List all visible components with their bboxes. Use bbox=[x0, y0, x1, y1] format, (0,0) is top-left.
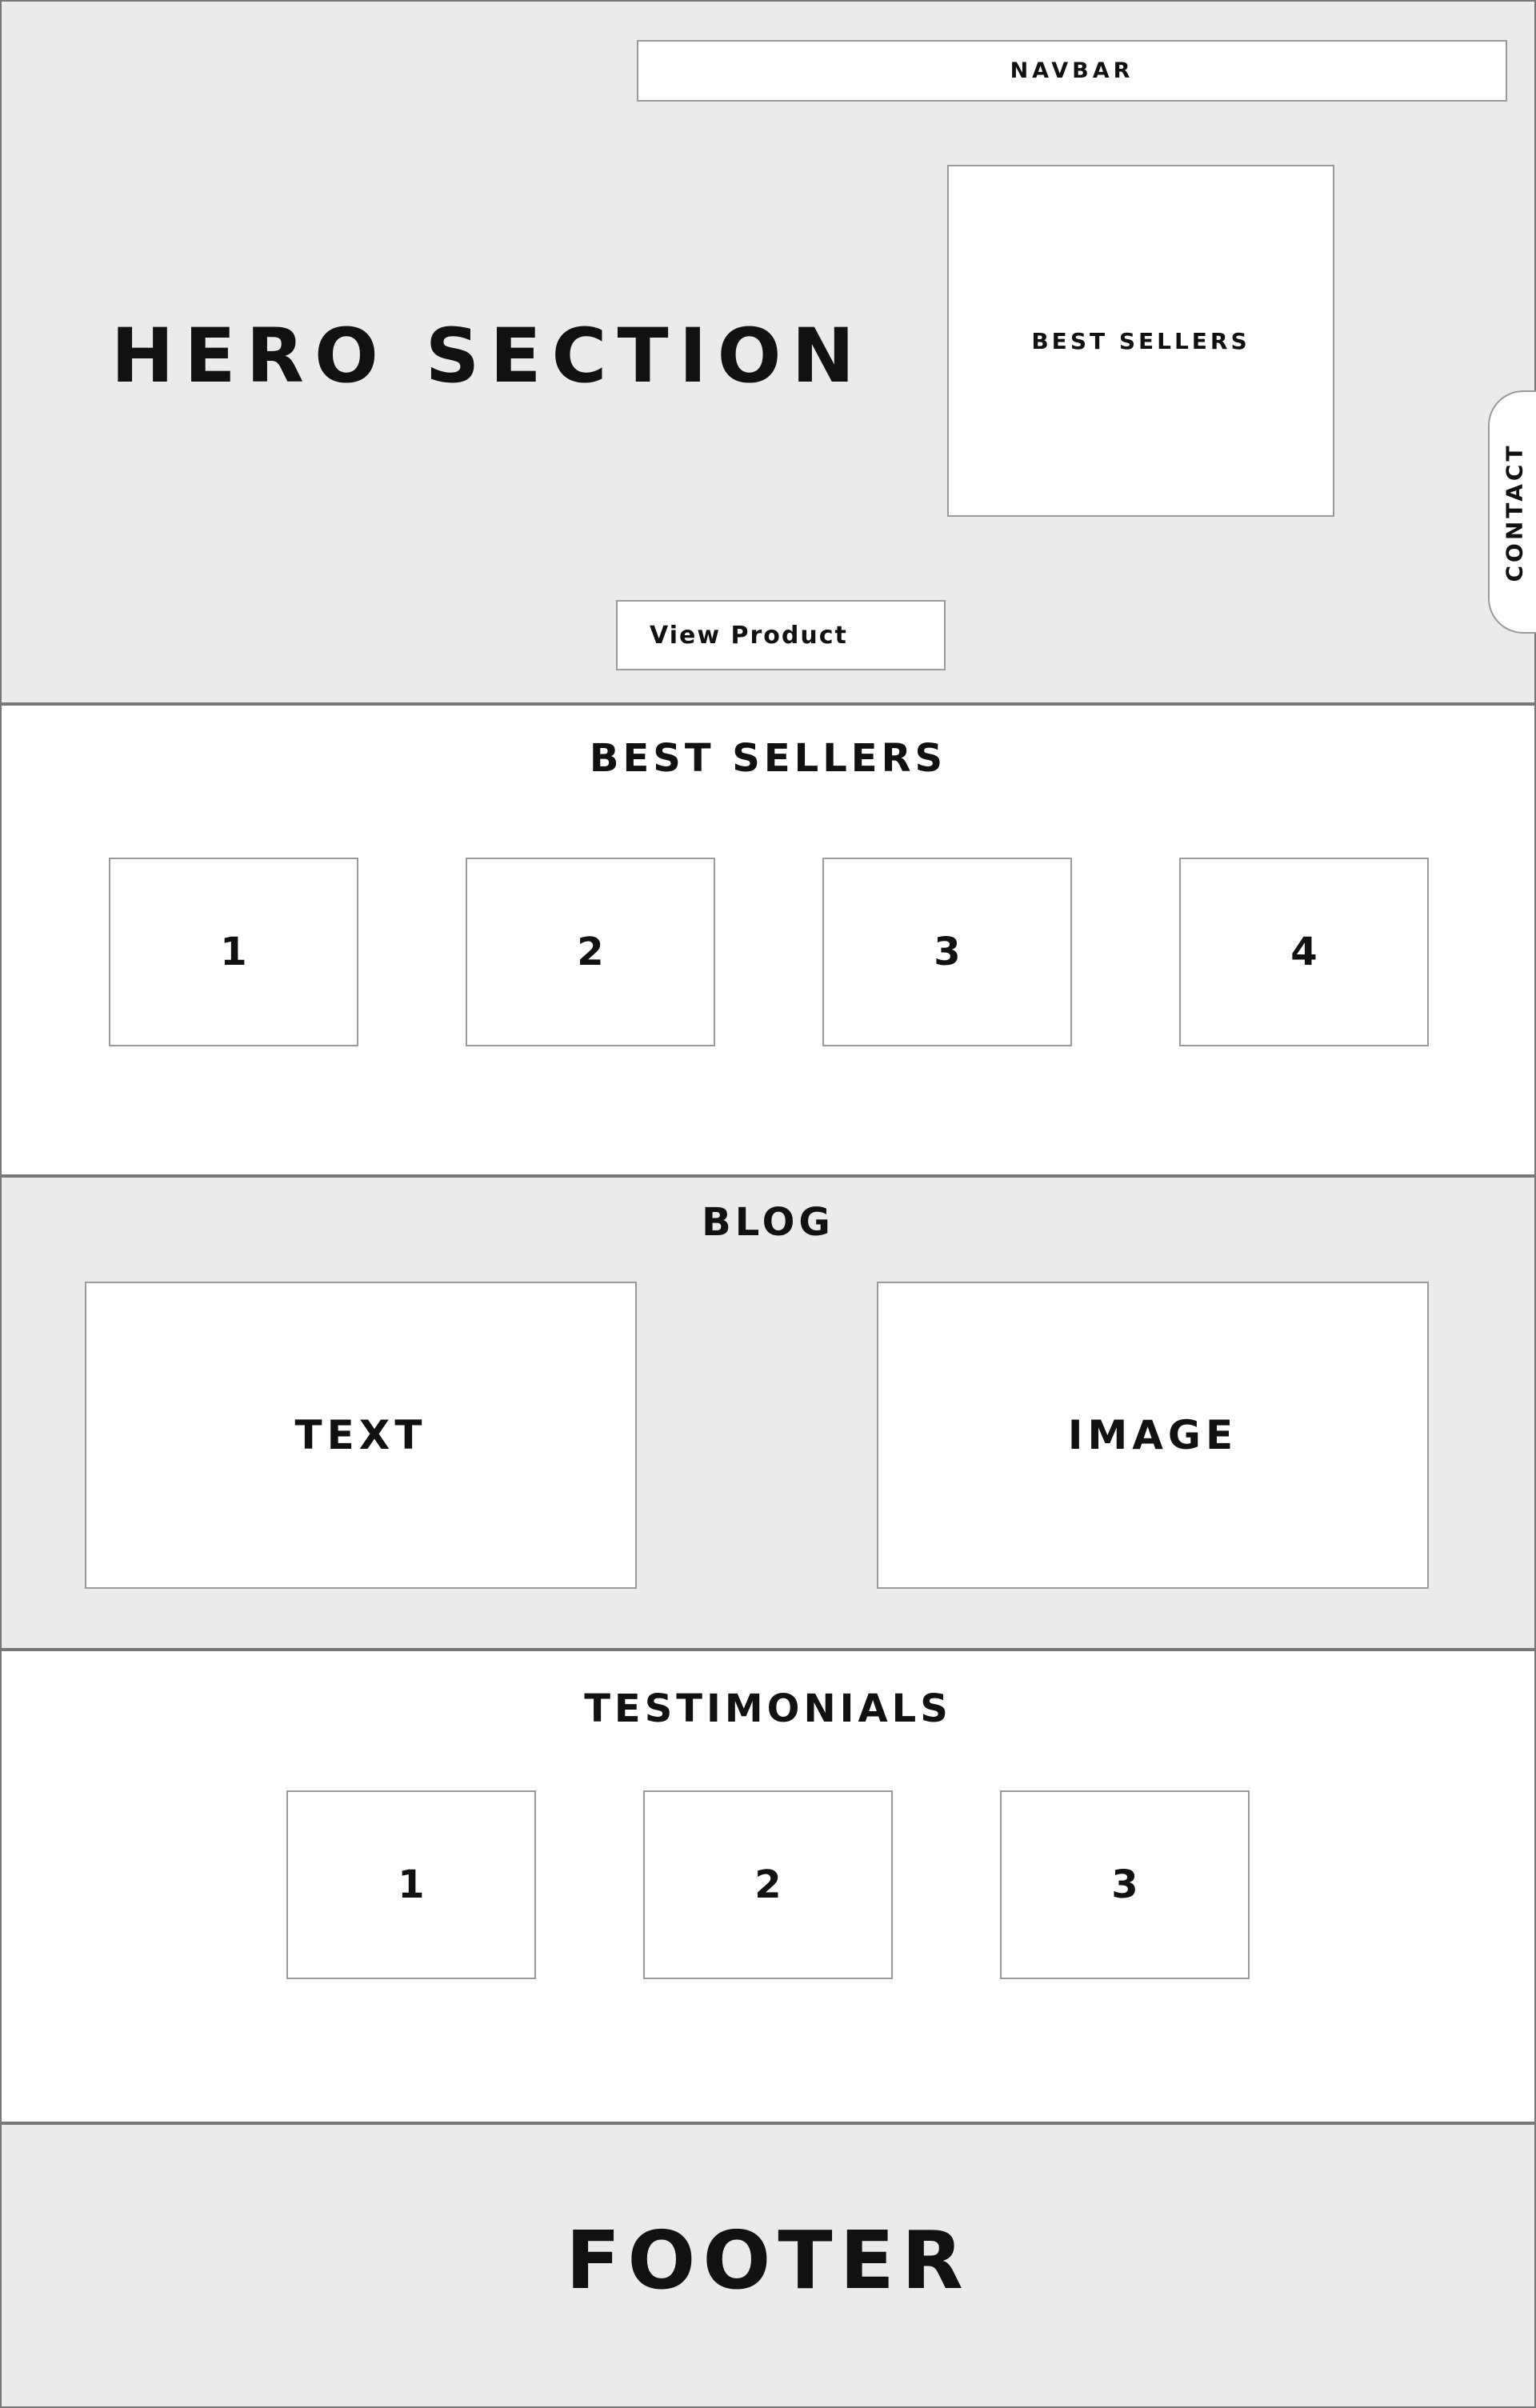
testimonial-card-1[interactable]: 1 bbox=[286, 1790, 536, 1979]
blog-text-panel[interactable]: TEXT bbox=[85, 1282, 637, 1589]
hero-best-sellers-box[interactable]: BEST SELLERS bbox=[947, 165, 1334, 517]
testimonial-card-3[interactable]: 3 bbox=[1000, 1790, 1250, 1979]
blog-title: BLOG bbox=[702, 1200, 834, 1245]
best-seller-card-2[interactable]: 2 bbox=[466, 858, 715, 1046]
blog-image-panel[interactable]: IMAGE bbox=[877, 1282, 1429, 1589]
contact-tab-label: CONTACT bbox=[1501, 442, 1528, 582]
navbar[interactable]: NAVBAR bbox=[637, 40, 1507, 102]
best-seller-card-3[interactable]: 3 bbox=[822, 858, 1072, 1046]
contact-tab[interactable]: CONTACT bbox=[1488, 390, 1536, 634]
testimonials-title: TESTIMONIALS bbox=[584, 1686, 952, 1731]
view-product-button[interactable]: View Product bbox=[616, 600, 946, 670]
best-seller-card-1[interactable]: 1 bbox=[109, 858, 358, 1046]
best-seller-card-4[interactable]: 4 bbox=[1179, 858, 1429, 1046]
footer-title: FOOTER bbox=[566, 2213, 970, 2307]
best-sellers-title: BEST SELLERS bbox=[589, 736, 947, 781]
hero-title: HERO SECTION bbox=[110, 312, 866, 400]
testimonial-card-2[interactable]: 2 bbox=[643, 1790, 893, 1979]
